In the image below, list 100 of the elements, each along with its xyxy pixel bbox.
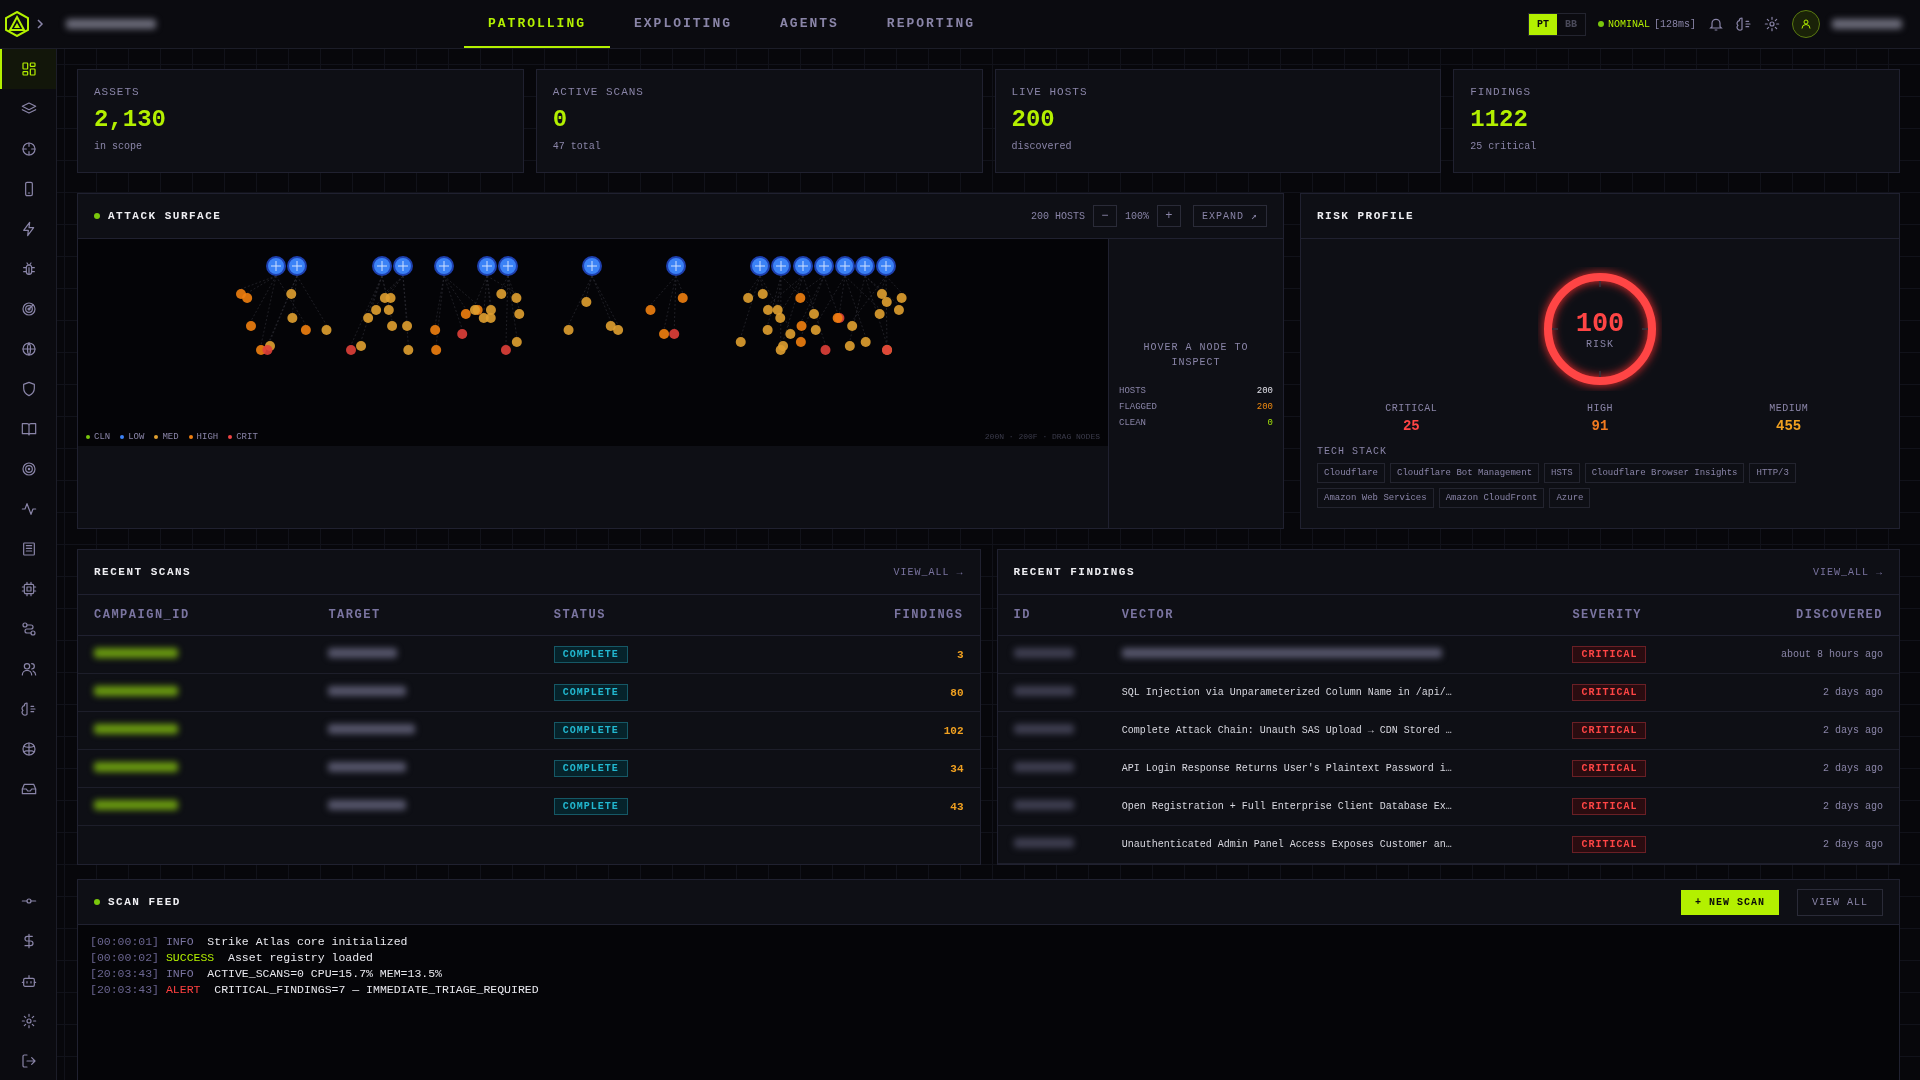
vector-text: Open Registration + Full Enterprise Client Database Ex…: [1121, 801, 1452, 812]
finding-nodes[interactable]: [236, 289, 907, 355]
stat-caption: in scope: [94, 141, 143, 152]
redacted-text: [1013, 800, 1074, 810]
zoom-out-button[interactable]: −: [1092, 205, 1117, 227]
settings-icon[interactable]: [1764, 16, 1780, 32]
severity-badge: CRITICAL: [1572, 684, 1647, 701]
status-badge: COMPLETE: [553, 798, 628, 815]
findings-count: 34: [950, 762, 964, 775]
stat-value: 1122: [1470, 106, 1529, 133]
discovered-time: 2 days ago: [1823, 839, 1883, 850]
host-node[interactable]: [266, 256, 286, 276]
stat-label: LIVE HOSTS: [1011, 86, 1089, 98]
vector-text: Complete Attack Chain: Unauth SAS Upload → CDN Stored …: [1121, 725, 1452, 736]
legend-label: MED: [162, 432, 179, 442]
legend-label: CRIT: [236, 432, 258, 442]
host-node[interactable]: [814, 256, 834, 276]
host-node[interactable]: [855, 256, 875, 276]
discovered-time: 2 days ago: [1823, 801, 1883, 812]
new-scan-button[interactable]: + NEW SCAN: [1680, 889, 1779, 915]
logo-icon[interactable]: [4, 11, 30, 37]
risk-label: RISK: [1586, 338, 1614, 350]
host-node[interactable]: [876, 256, 896, 276]
mode-toggle[interactable]: PT: [1528, 13, 1557, 35]
host-node[interactable]: [835, 256, 855, 276]
host-node[interactable]: [666, 256, 686, 276]
host-node[interactable]: [793, 256, 813, 276]
discovered-time: 2 days ago: [1823, 763, 1883, 774]
severity-badge: CRITICAL: [1572, 836, 1647, 853]
findings-count: 102: [943, 724, 964, 737]
stat-value: 200: [1011, 106, 1056, 133]
stat-label: ASSETS: [94, 86, 141, 98]
dashboard-icon[interactable]: [0, 49, 56, 89]
view-all-link[interactable]: VIEW_ALL →: [893, 566, 964, 578]
user-avatar[interactable]: [1792, 10, 1820, 38]
tech-tag: Cloudflare Browser Insights: [1584, 463, 1745, 483]
redacted-text: [1013, 686, 1074, 696]
status-text: NOMINAL: [1607, 18, 1650, 30]
inspect-prompt: HOVER A NODE TO INSPECT: [1142, 340, 1250, 370]
severity-label: CRITICAL: [1385, 403, 1438, 414]
log-line: [00:00:02] SUCCESS Asset registry loaded: [90, 951, 374, 964]
severity-badge: CRITICAL: [1572, 798, 1647, 815]
bell-icon[interactable]: [1708, 16, 1724, 32]
nav-tab[interactable]: EXPLOITING: [610, 0, 757, 48]
severity-badge: CRITICAL: [1572, 760, 1647, 777]
tech-tag: Amazon CloudFront: [1438, 488, 1545, 508]
legend-label: HIGH: [196, 432, 219, 442]
findings-count: 80: [950, 686, 964, 699]
redacted-text: [1832, 19, 1902, 29]
tech-tag: HTTP/3: [1749, 463, 1796, 483]
column-header: VECTOR: [1105, 595, 1557, 636]
host-node[interactable]: [750, 256, 770, 276]
inspector-value: 200: [1256, 401, 1273, 412]
nav-tab[interactable]: AGENTS: [756, 0, 863, 48]
inspector-value: 0: [1267, 417, 1273, 428]
host-node[interactable]: [287, 256, 307, 276]
inspector-label: CLEAN: [1119, 417, 1146, 428]
host-node[interactable]: [393, 256, 413, 276]
discovered-time: 2 days ago: [1823, 687, 1883, 698]
expand-button[interactable]: EXPAND ↗: [1192, 205, 1267, 227]
severity-count: 91: [1591, 418, 1609, 434]
column-header: CAMPAIGN_ID: [78, 595, 313, 636]
zoom-level: 100%: [1124, 210, 1149, 222]
redacted-text: [1013, 762, 1074, 772]
tech-tag: Amazon Web Services: [1317, 488, 1434, 508]
status-badge: COMPLETE: [553, 722, 628, 739]
log-line: [20:03:43] INFO ACTIVE_SCANS=0 CPU=15.7% MEM=13.5%: [90, 967, 443, 980]
tech-tag: Cloudflare Bot Management: [1390, 463, 1540, 483]
nav-tab[interactable]: REPORTING: [862, 0, 1000, 48]
panel-title: RISK PROFILE: [1317, 210, 1415, 222]
view-all-link[interactable]: VIEW_ALL →: [1813, 566, 1883, 578]
panel-title: RECENT SCANS: [94, 566, 192, 578]
vector-text: API Login Response Returns User's Plaintext Password i…: [1121, 763, 1452, 774]
chevron-icon[interactable]: [34, 18, 46, 30]
column-header: TARGET: [312, 595, 538, 636]
tech-tag: HSTS: [1544, 463, 1580, 483]
column-header: SEVERITY: [1556, 595, 1719, 636]
column-header: DISCOVERED: [1718, 595, 1899, 636]
graph-hint: 200N · 200F · DRAG NODES: [984, 432, 1100, 441]
status-dot: [1597, 21, 1604, 27]
redacted-text: [1013, 724, 1074, 734]
stat-caption: discovered: [1011, 141, 1073, 152]
severity-count: 455: [1776, 418, 1802, 434]
host-node[interactable]: [434, 256, 454, 276]
view-all-button[interactable]: VIEW ALL: [1797, 888, 1883, 916]
host-node[interactable]: [582, 256, 602, 276]
panel-title: ATTACK SURFACE: [108, 210, 222, 222]
host-node[interactable]: [771, 256, 791, 276]
stat-caption: 47 total: [552, 141, 602, 152]
inspector-value: 200: [1256, 385, 1273, 396]
host-node[interactable]: [498, 256, 518, 276]
zoom-in-button[interactable]: +: [1156, 205, 1181, 227]
risk-score: 100: [1575, 308, 1625, 339]
log-line: [20:03:43] ALERT CRITICAL_FINDINGS=7 — IMMEDIATE_TRIAGE_REQUIRED: [90, 983, 540, 996]
legend-label: LOW: [128, 432, 145, 442]
severity-label: HIGH: [1587, 403, 1613, 414]
host-node[interactable]: [372, 256, 392, 276]
discovered-time: 2 days ago: [1823, 725, 1883, 736]
nav-tab[interactable]: PATROLLING: [464, 0, 610, 48]
host-node[interactable]: [477, 256, 497, 276]
